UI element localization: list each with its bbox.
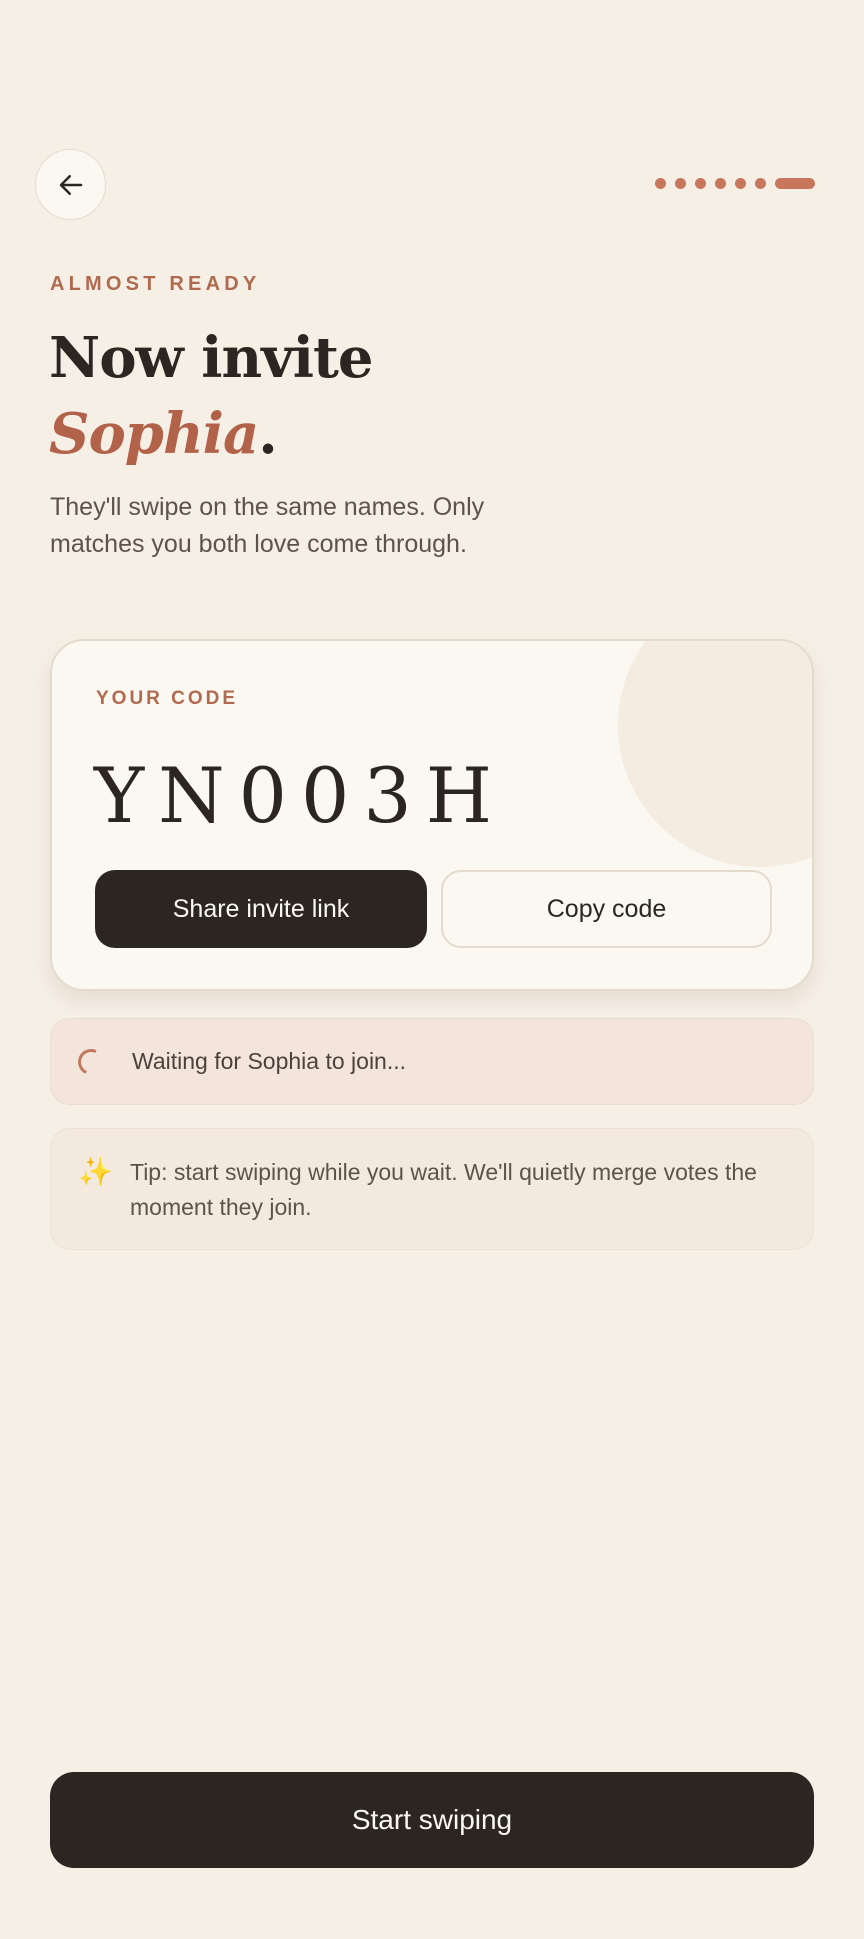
partner-name: Sophia	[49, 401, 259, 467]
eyebrow-label: ALMOST READY	[50, 273, 261, 295]
invite-code-card: YOUR CODE YN003H Share invite link Copy …	[50, 639, 814, 991]
back-button[interactable]	[35, 149, 106, 220]
invite-partner-screen: ALMOST READY Now invite Sophia. They'll …	[0, 0, 864, 1939]
decorative-circle	[618, 641, 812, 867]
headline-suffix: .	[258, 401, 277, 467]
progress-step-3	[695, 178, 706, 189]
progress-step-2	[675, 178, 686, 189]
copy-code-button[interactable]: Copy code	[441, 870, 772, 948]
tip-box: ✨ Tip: start swiping while you wait. We'…	[50, 1128, 814, 1250]
progress-step-1	[655, 178, 666, 189]
start-swiping-button[interactable]: Start swiping	[50, 1772, 814, 1868]
arrow-left-icon	[59, 174, 82, 195]
code-label: YOUR CODE	[96, 688, 239, 709]
waiting-status: Waiting for Sophia to join...	[50, 1018, 814, 1105]
loading-spinner-icon	[74, 1044, 108, 1079]
progress-step-current	[775, 178, 815, 189]
invite-code: YN003H	[94, 751, 507, 840]
share-invite-link-button[interactable]: Share invite link	[95, 870, 427, 948]
page-subtitle: They'll swipe on the same names. Only ma…	[50, 493, 485, 558]
tip-text: Tip: start swiping while you wait. We'll…	[130, 1159, 757, 1220]
waiting-text: Waiting for Sophia to join...	[132, 1048, 407, 1074]
progress-step-4	[715, 178, 726, 189]
progress-step-5	[735, 178, 746, 189]
progress-step-6	[755, 178, 766, 189]
headline-prefix: Now invite	[49, 325, 374, 391]
sparkles-icon: ✨	[78, 1156, 113, 1187]
page-title: Now invite Sophia.	[49, 320, 374, 472]
progress-indicator	[655, 178, 815, 189]
